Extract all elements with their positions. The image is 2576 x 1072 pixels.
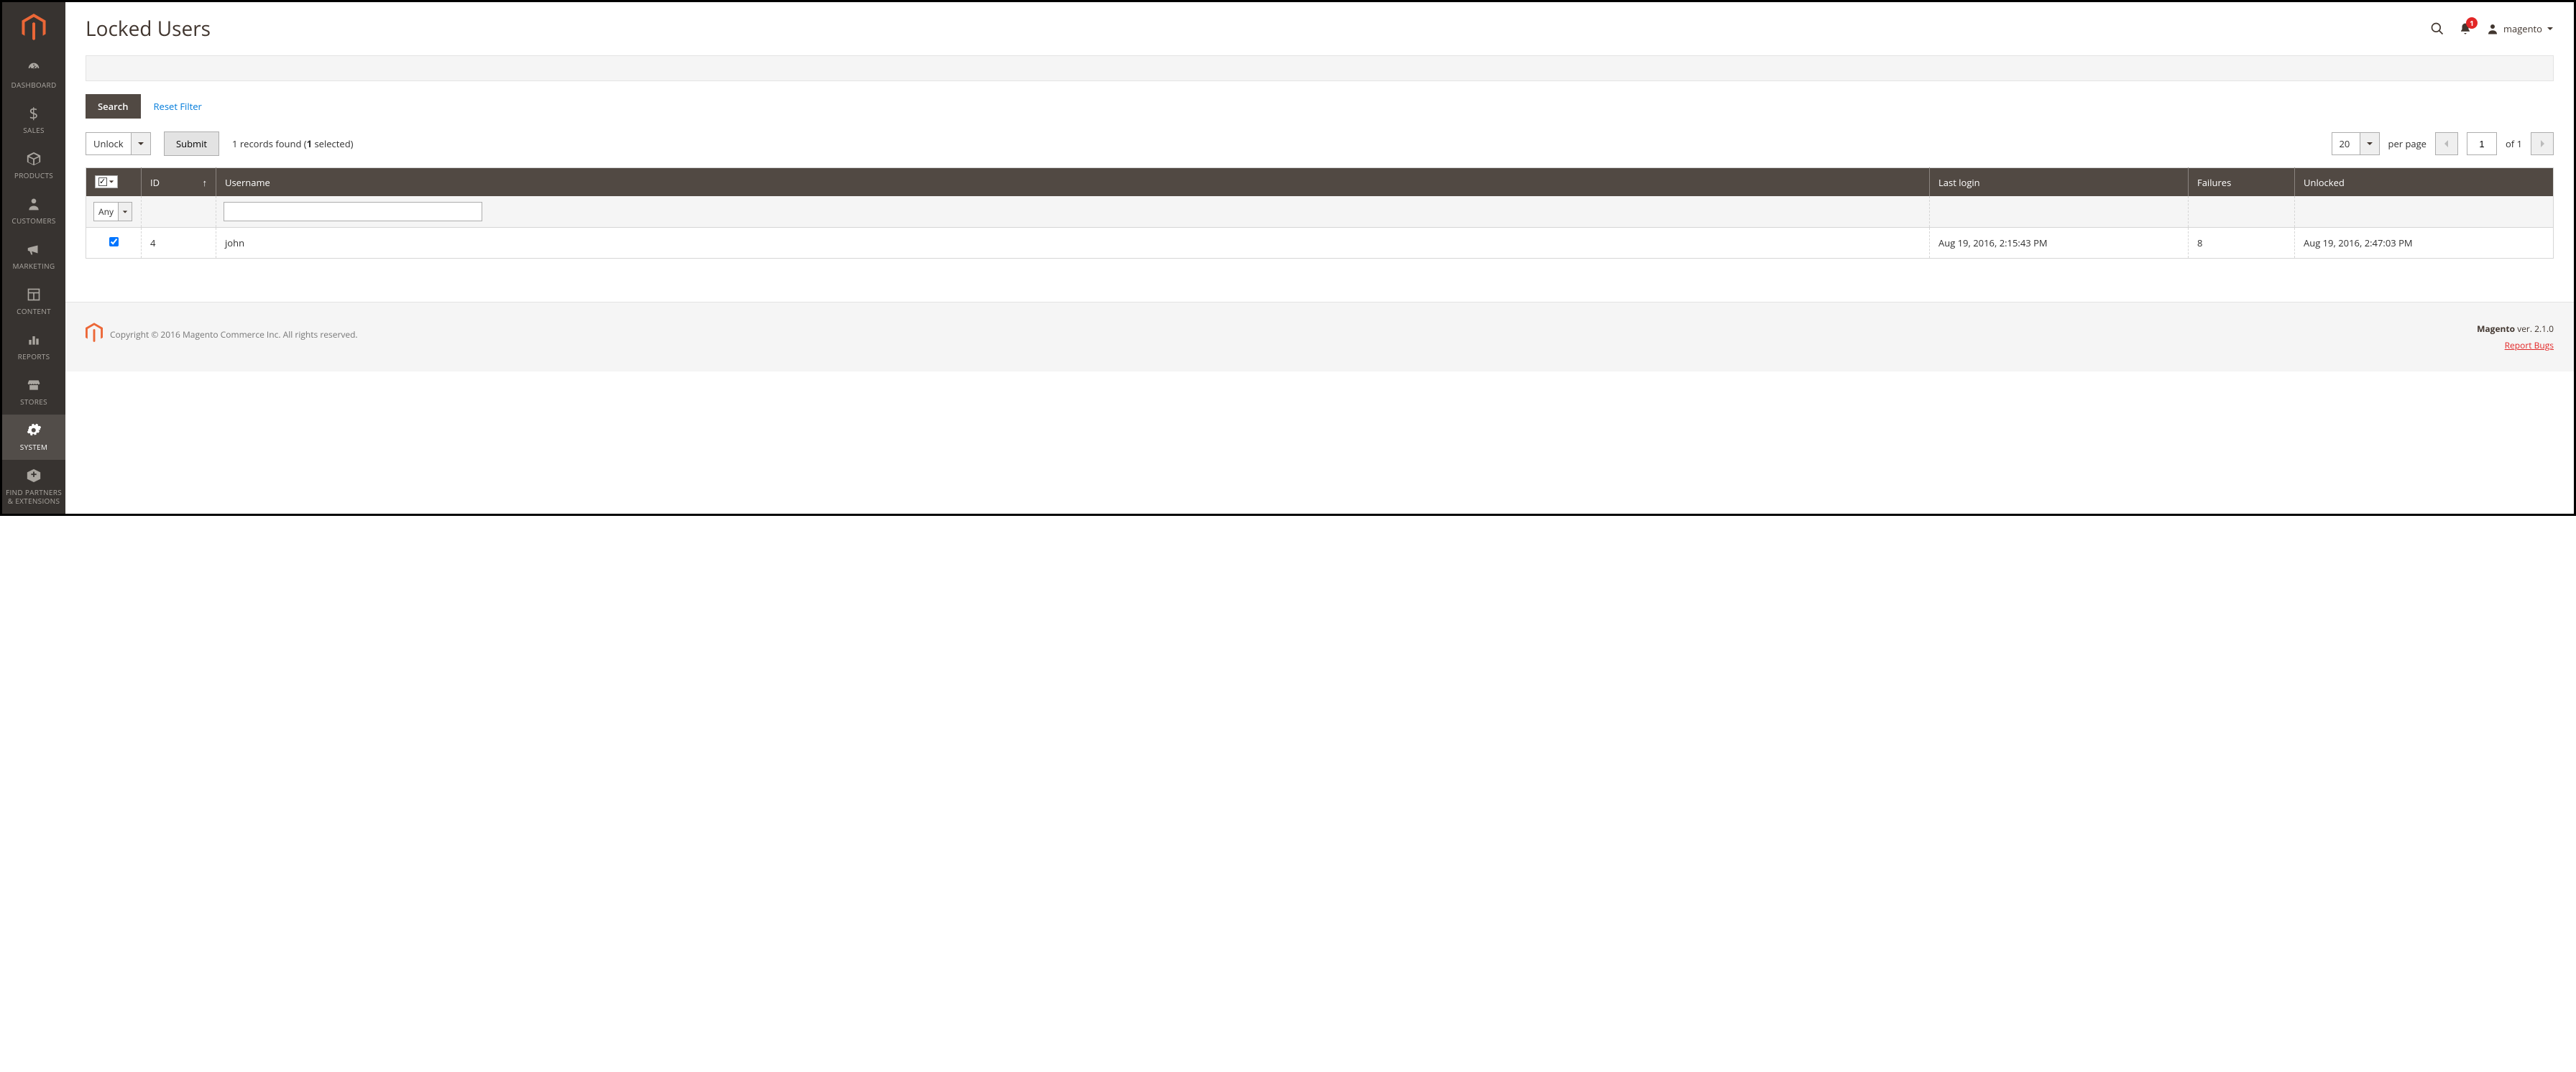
column-last-login[interactable]: Last login [1930, 168, 2189, 197]
column-checkbox[interactable] [86, 168, 142, 197]
table-row[interactable]: 4 john Aug 19, 2016, 2:15:43 PM 8 Aug 19… [86, 228, 2554, 259]
puzzle-icon [26, 467, 42, 484]
sidebar-item-products[interactable]: PRODUCTS [2, 143, 65, 188]
store-icon [26, 376, 42, 394]
page-input[interactable] [2467, 132, 2497, 155]
sidebar-item-customers[interactable]: CUSTOMERS [2, 188, 65, 234]
per-page-select[interactable]: 20 [2332, 132, 2380, 155]
message-bar [86, 55, 2554, 81]
sidebar-item-stores[interactable]: STORES [2, 369, 65, 415]
column-username[interactable]: Username [216, 168, 1930, 197]
filter-checkbox-select[interactable]: Any [93, 202, 134, 221]
page-title: Locked Users [86, 15, 211, 42]
column-unlocked[interactable]: Unlocked [2295, 168, 2554, 197]
next-page-button[interactable] [2531, 132, 2554, 155]
sidebar-item-marketing[interactable]: MARKETING [2, 234, 65, 279]
magento-logo[interactable] [2, 2, 65, 52]
dashboard-icon [26, 60, 42, 77]
chevron-down-icon[interactable] [132, 132, 151, 155]
box-icon [26, 150, 42, 167]
notifications-button[interactable]: 1 [2459, 22, 2472, 36]
cell-username: john [216, 228, 1930, 259]
filter-row: Any [86, 196, 2554, 228]
column-id[interactable]: ID↑ [142, 168, 216, 197]
prev-page-button[interactable] [2435, 132, 2458, 155]
user-label: magento [2503, 22, 2542, 35]
locked-users-table: ID↑ Username Last login Failures Unlocke… [86, 167, 2554, 259]
user-icon [2486, 22, 2499, 35]
notification-badge: 1 [2466, 17, 2478, 29]
mass-action-select[interactable]: Unlock [86, 132, 151, 155]
search-icon[interactable] [2430, 22, 2444, 36]
person-icon [27, 195, 41, 213]
sidebar-item-sales[interactable]: $ SALES [2, 98, 65, 143]
cell-unlocked: Aug 19, 2016, 2:47:03 PM [2295, 228, 2554, 259]
version-text: Magento ver. 2.1.0 [2477, 323, 2554, 335]
user-menu[interactable]: magento [2486, 22, 2554, 35]
sidebar-item-reports[interactable]: REPORTS [2, 324, 65, 369]
filter-username-input[interactable] [224, 202, 482, 221]
footer: Copyright © 2016 Magento Commerce Inc. A… [65, 302, 2574, 371]
sidebar-item-partners[interactable]: FIND PARTNERS & EXTENSIONS [2, 460, 65, 514]
cell-id: 4 [142, 228, 216, 259]
search-button[interactable]: Search [86, 94, 141, 119]
dollar-icon: $ [29, 105, 39, 122]
report-bugs-link[interactable]: Report Bugs [2477, 339, 2554, 351]
records-found-text: 1 records found (1 selected) [232, 137, 353, 150]
layout-icon [27, 286, 41, 303]
cell-failures: 8 [2189, 228, 2295, 259]
copyright-text: Copyright © 2016 Magento Commerce Inc. A… [110, 328, 358, 341]
row-checkbox[interactable] [109, 237, 119, 246]
column-failures[interactable]: Failures [2189, 168, 2295, 197]
sidebar: DASHBOARD $ SALES PRODUCTS CUSTOMERS MAR… [2, 2, 65, 514]
sidebar-item-system[interactable]: SYSTEM [2, 415, 65, 460]
chevron-down-icon[interactable] [2360, 132, 2380, 155]
cell-last-login: Aug 19, 2016, 2:15:43 PM [1930, 228, 2189, 259]
chevron-down-icon [2547, 25, 2554, 32]
reset-filter-link[interactable]: Reset Filter [154, 100, 202, 113]
page-total-label: of 1 [2506, 137, 2522, 150]
megaphone-icon [26, 241, 42, 258]
gear-icon [27, 422, 41, 439]
per-page-label: per page [2388, 137, 2426, 150]
magento-logo-small [86, 323, 103, 346]
sidebar-item-dashboard[interactable]: DASHBOARD [2, 52, 65, 98]
bar-chart-icon [27, 331, 41, 348]
chevron-down-icon[interactable] [119, 202, 132, 221]
sidebar-item-content[interactable]: CONTENT [2, 279, 65, 324]
submit-button[interactable]: Submit [164, 131, 219, 156]
